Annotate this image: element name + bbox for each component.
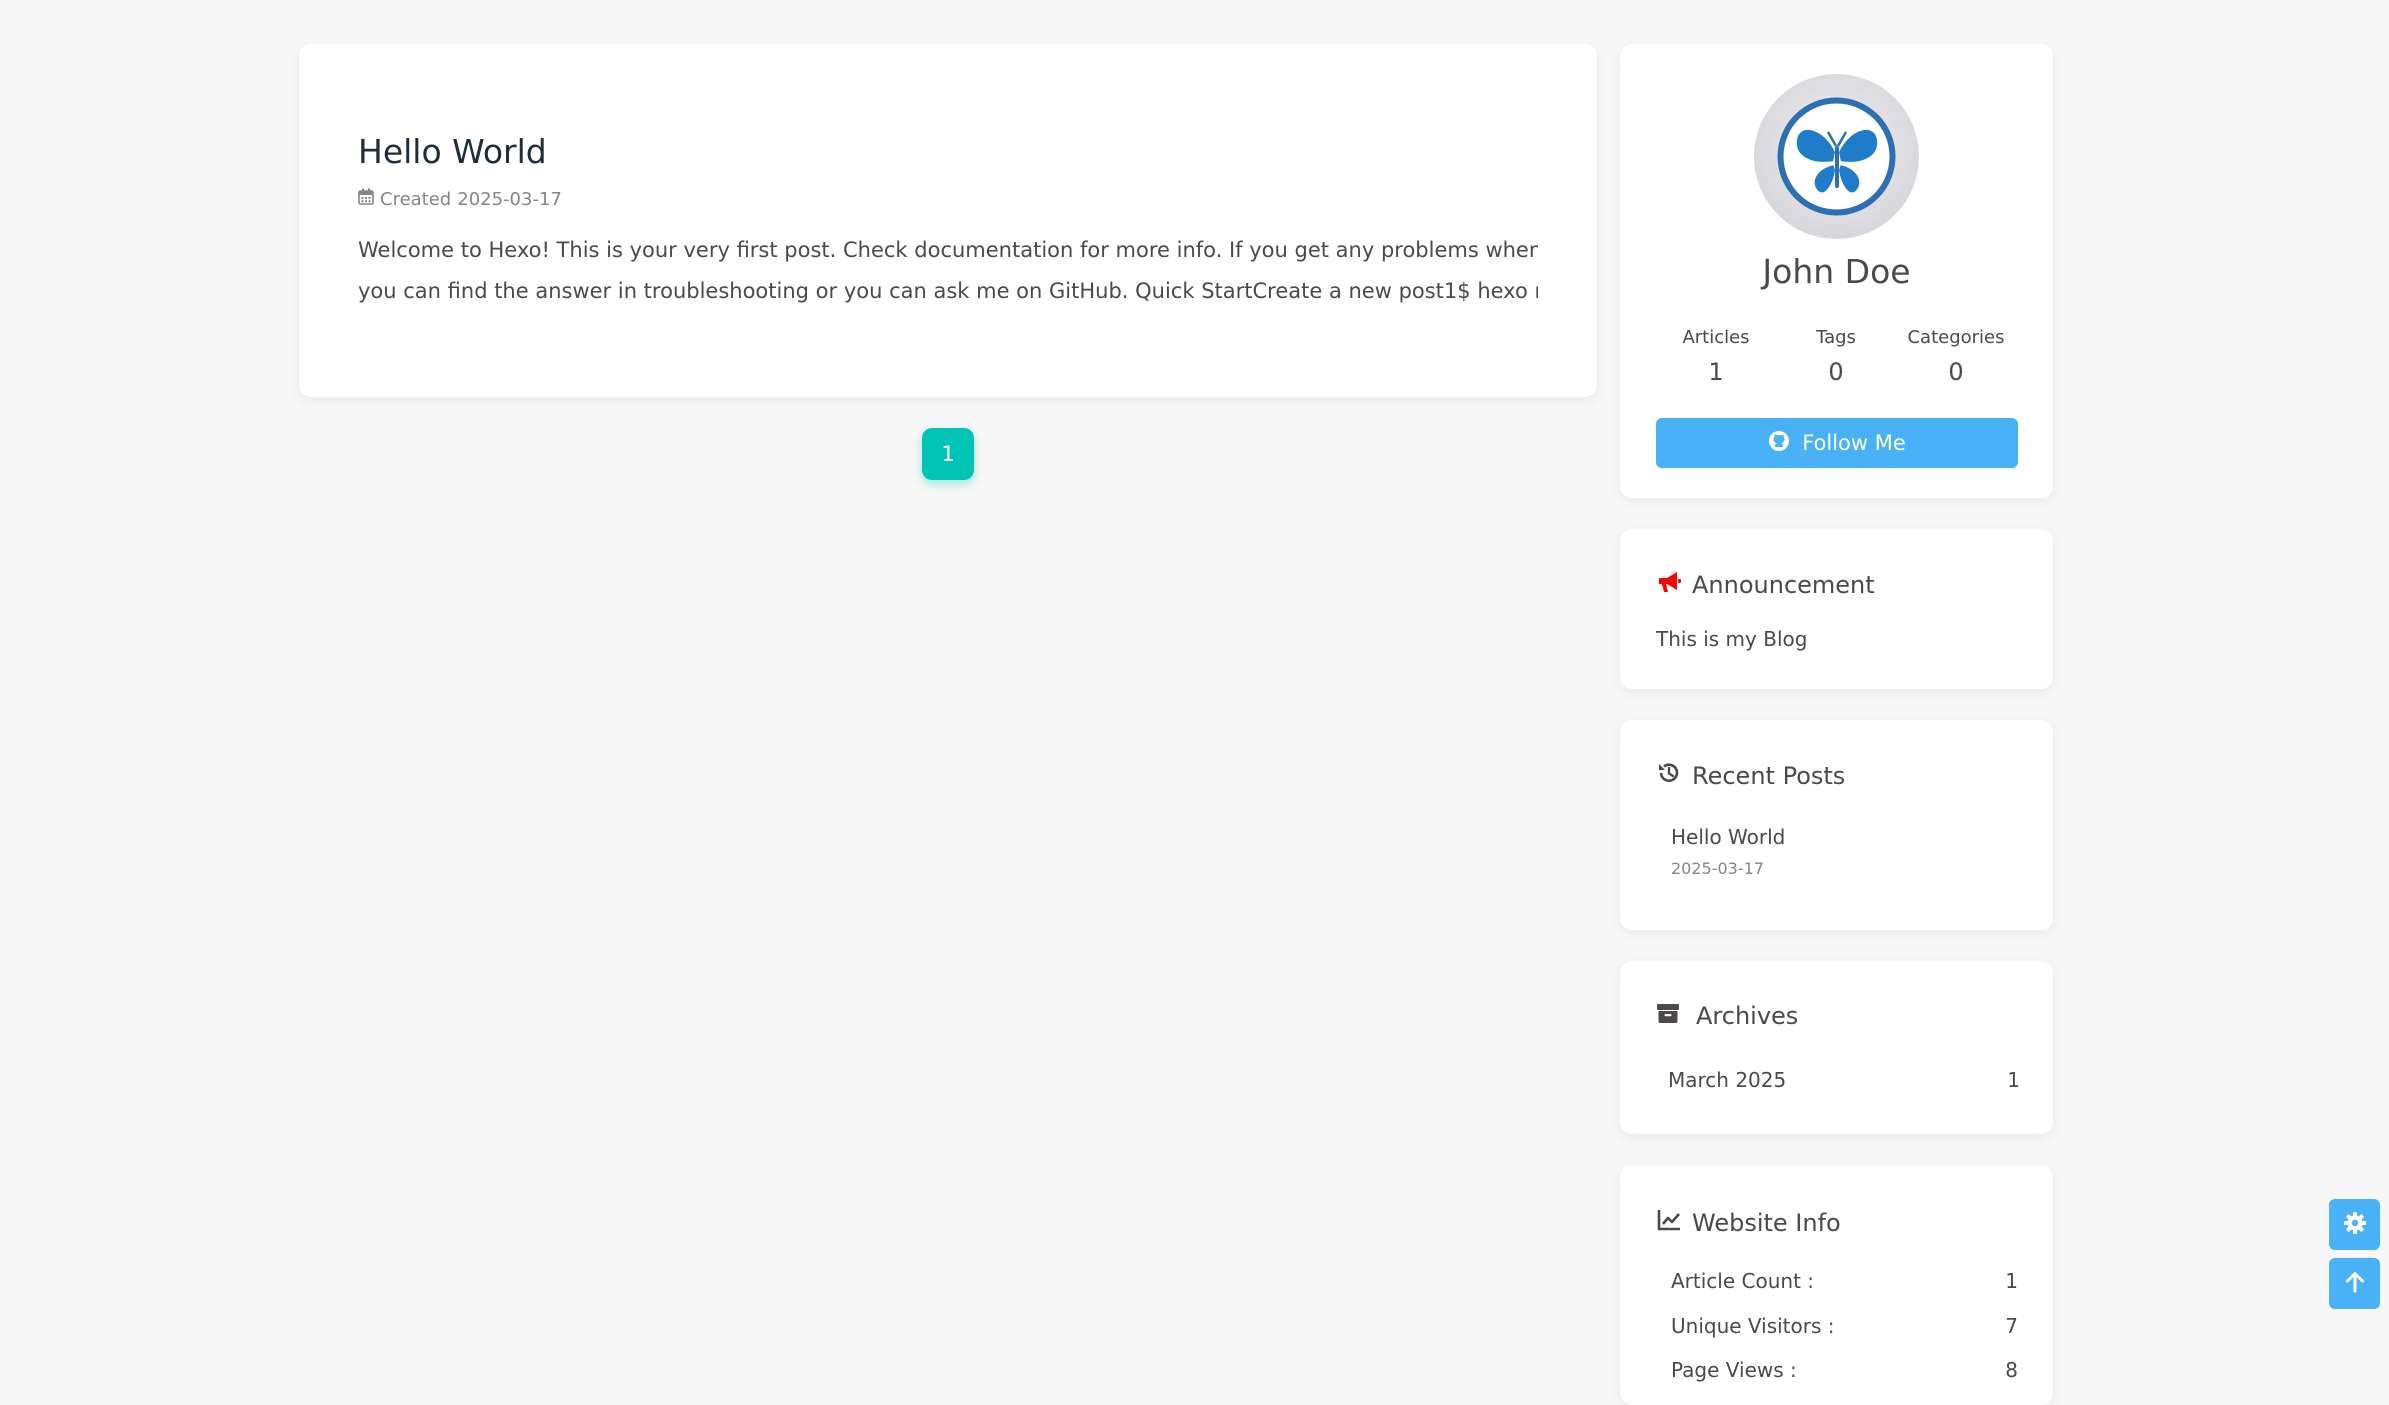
stat-value: 0 xyxy=(1948,358,1964,386)
post-title[interactable]: Hello World xyxy=(358,132,547,171)
settings-button[interactable] xyxy=(2329,1199,2380,1250)
announcement-title-label: Announcement xyxy=(1692,571,1875,599)
info-row: Unique Visitors : 7 xyxy=(1671,1314,2018,1338)
archive-item[interactable]: March 2025 1 xyxy=(1668,1068,2020,1092)
avatar xyxy=(1754,74,1919,239)
website-info-card: Website Info Article Count : 1 Unique Vi… xyxy=(1620,1165,2053,1405)
info-row-value: 1 xyxy=(2005,1269,2018,1293)
archives-title: Archives xyxy=(1656,1001,1798,1031)
post-excerpt-line: Welcome to Hexo! This is your very first… xyxy=(358,238,1538,262)
pagination-current-page[interactable]: 1 xyxy=(922,428,974,480)
info-row-value: 7 xyxy=(2005,1314,2018,1338)
website-info-title-label: Website Info xyxy=(1692,1209,1841,1237)
recent-post-title[interactable]: Hello World xyxy=(1671,825,1785,849)
stat-value: 1 xyxy=(1708,358,1724,386)
arrow-up-icon xyxy=(2343,1270,2367,1298)
gear-icon xyxy=(2342,1210,2368,1240)
stat-categories[interactable]: Categories 0 xyxy=(1896,327,2016,386)
archives-card: Archives March 2025 1 xyxy=(1620,961,2053,1134)
recent-posts-title-label: Recent Posts xyxy=(1692,762,1846,790)
history-icon xyxy=(1656,760,1682,792)
post-excerpt-line: you can find the answer in troubleshooti… xyxy=(358,279,1538,303)
stat-articles[interactable]: Articles 1 xyxy=(1656,327,1776,386)
recent-post-item[interactable]: Hello World 2025-03-17 xyxy=(1671,825,1785,878)
archives-title-label: Archives xyxy=(1696,1002,1799,1030)
archive-item-count: 1 xyxy=(2007,1068,2020,1092)
author-card: John Doe Articles 1 Tags 0 Categories 0 … xyxy=(1620,44,2053,498)
calendar-icon xyxy=(358,188,374,210)
info-row: Page Views : 8 xyxy=(1671,1358,2018,1382)
follow-me-button[interactable]: Follow Me xyxy=(1656,418,2018,468)
post-meta: Created 2025-03-17 xyxy=(358,188,562,210)
post-card: Hello World Created 2025-03-17 Welcome t… xyxy=(299,44,1597,397)
info-row-label: Article Count : xyxy=(1671,1269,1815,1293)
info-row-label: Unique Visitors : xyxy=(1671,1314,1835,1338)
recent-post-date: 2025-03-17 xyxy=(1671,859,1764,878)
butterfly-logo-icon xyxy=(1777,97,1896,216)
info-row: Article Count : 1 xyxy=(1671,1269,2018,1293)
announcement-text: This is my Blog xyxy=(1656,627,1808,651)
stat-label: Categories xyxy=(1907,327,2005,348)
created-label: Created xyxy=(380,188,452,210)
follow-me-label: Follow Me xyxy=(1802,431,1906,455)
archive-item-label: March 2025 xyxy=(1668,1068,1787,1092)
author-stats: Articles 1 Tags 0 Categories 0 xyxy=(1656,327,2016,386)
info-row-label: Page Views : xyxy=(1671,1358,1797,1382)
website-info-title: Website Info xyxy=(1656,1207,1841,1239)
stat-tags[interactable]: Tags 0 xyxy=(1776,327,1896,386)
archive-icon xyxy=(1656,1001,1680,1031)
stat-label: Articles xyxy=(1682,327,1750,348)
back-to-top-button[interactable] xyxy=(2329,1258,2380,1309)
announcement-title: Announcement xyxy=(1656,569,1875,601)
stat-label: Tags xyxy=(1816,327,1856,348)
github-icon xyxy=(1768,430,1790,457)
recent-posts-title: Recent Posts xyxy=(1656,760,1845,792)
stat-value: 0 xyxy=(1828,358,1844,386)
info-row-value: 8 xyxy=(2005,1358,2018,1382)
announcement-card: Announcement This is my Blog xyxy=(1620,529,2053,689)
author-name: John Doe xyxy=(1762,252,1911,291)
recent-posts-card: Recent Posts Hello World 2025-03-17 xyxy=(1620,720,2053,930)
bullhorn-icon xyxy=(1656,569,1682,601)
post-excerpt: Welcome to Hexo! This is your very first… xyxy=(358,230,1538,312)
chart-line-icon xyxy=(1656,1207,1682,1239)
created-date: 2025-03-17 xyxy=(457,188,562,210)
